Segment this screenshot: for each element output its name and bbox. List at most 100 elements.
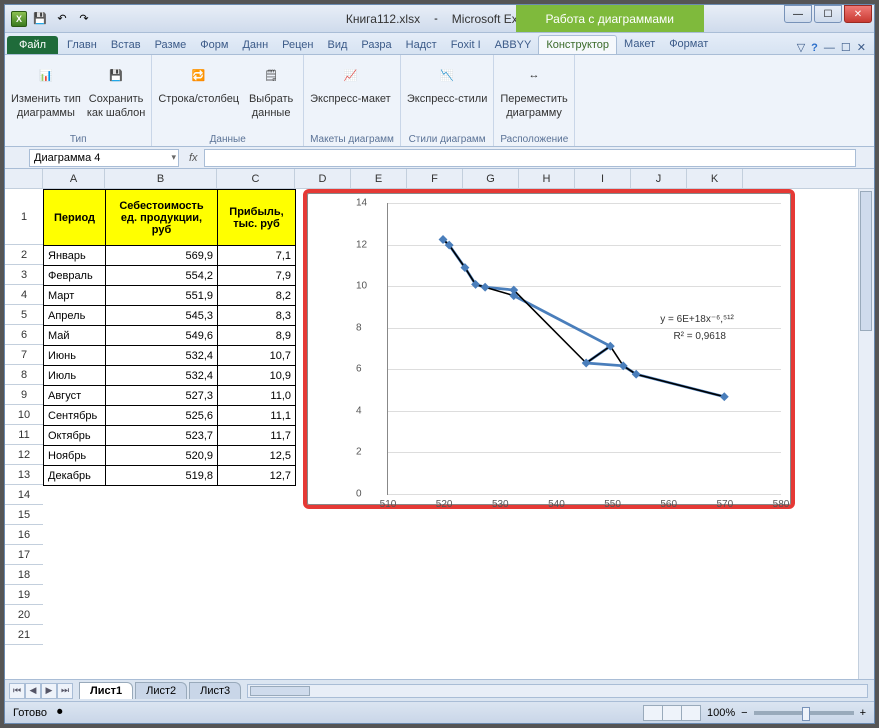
close-button[interactable]: ✕: [844, 5, 872, 23]
ribbon-button[interactable]: 🗒Выбратьданные: [245, 59, 297, 119]
cell[interactable]: 12,5: [218, 446, 296, 466]
cell[interactable]: 523,7: [106, 426, 218, 446]
col-header[interactable]: D: [295, 169, 351, 188]
col-header[interactable]: A: [43, 169, 105, 188]
cell[interactable]: 520,9: [106, 446, 218, 466]
undo-icon[interactable]: ↶: [53, 10, 71, 28]
doc-close-icon[interactable]: ✕: [857, 41, 866, 54]
cell[interactable]: 8,9: [218, 326, 296, 346]
zoom-out-icon[interactable]: −: [741, 707, 747, 719]
zoom-slider[interactable]: [754, 711, 854, 715]
col-header[interactable]: E: [351, 169, 407, 188]
row-header[interactable]: 9: [5, 385, 43, 405]
col-header[interactable]: I: [575, 169, 631, 188]
row-header[interactable]: 17: [5, 545, 43, 565]
row-header[interactable]: 10: [5, 405, 43, 425]
row-header[interactable]: 1: [5, 189, 43, 245]
tab-Надст[interactable]: Надст: [399, 36, 444, 54]
cell[interactable]: Январь: [44, 246, 106, 266]
maximize-button[interactable]: ☐: [814, 5, 842, 23]
name-box[interactable]: Диаграмма 4: [29, 149, 179, 167]
cell[interactable]: Октябрь: [44, 426, 106, 446]
sheet-nav-last-icon[interactable]: ⏭: [57, 683, 73, 699]
cell[interactable]: 569,9: [106, 246, 218, 266]
row-header[interactable]: 8: [5, 365, 43, 385]
cell[interactable]: 554,2: [106, 266, 218, 286]
col-header[interactable]: B: [105, 169, 217, 188]
cell[interactable]: Август: [44, 386, 106, 406]
cell[interactable]: 10,7: [218, 346, 296, 366]
tab-Макет[interactable]: Макет: [617, 35, 662, 54]
cell[interactable]: 8,3: [218, 306, 296, 326]
tab-Foxit I[interactable]: Foxit I: [444, 36, 488, 54]
tab-Форм[interactable]: Форм: [193, 36, 235, 54]
cell[interactable]: Май: [44, 326, 106, 346]
cell[interactable]: 527,3: [106, 386, 218, 406]
col-header[interactable]: H: [519, 169, 575, 188]
doc-restore-icon[interactable]: ☐: [841, 41, 851, 54]
ribbon-button[interactable]: ↔Переместитьдиаграмму: [500, 59, 567, 119]
cell[interactable]: 549,6: [106, 326, 218, 346]
header-cell[interactable]: Прибыль, тыс. руб: [218, 190, 296, 246]
sheet-nav-first-icon[interactable]: ⏮: [9, 683, 25, 699]
row-header[interactable]: 14: [5, 485, 43, 505]
tab-ABBYY[interactable]: ABBYY: [488, 36, 539, 54]
view-buttons[interactable]: [644, 705, 701, 721]
formula-input[interactable]: [204, 149, 856, 167]
tab-Конструктор[interactable]: Конструктор: [538, 35, 617, 54]
cell[interactable]: 11,1: [218, 406, 296, 426]
col-header[interactable]: C: [217, 169, 295, 188]
tab-Встав[interactable]: Встав: [104, 36, 148, 54]
col-header[interactable]: J: [631, 169, 687, 188]
header-cell[interactable]: Себестоимость ед. продукции, руб: [106, 190, 218, 246]
col-header[interactable]: F: [407, 169, 463, 188]
sheet-tab[interactable]: Лист3: [189, 682, 241, 699]
cell[interactable]: 11,7: [218, 426, 296, 446]
zoom-in-icon[interactable]: +: [860, 707, 866, 719]
row-header[interactable]: 18: [5, 565, 43, 585]
select-all-corner[interactable]: [5, 169, 43, 189]
tab-Разме[interactable]: Разме: [148, 36, 194, 54]
row-header[interactable]: 20: [5, 605, 43, 625]
tab-Рецен[interactable]: Рецен: [275, 36, 320, 54]
row-header[interactable]: 6: [5, 325, 43, 345]
tab-file[interactable]: Файл: [7, 36, 58, 54]
chart[interactable]: 02468101214510520530540550560570580y = 6…: [303, 189, 795, 509]
cell[interactable]: Февраль: [44, 266, 106, 286]
cell[interactable]: 551,9: [106, 286, 218, 306]
cell[interactable]: 532,4: [106, 346, 218, 366]
tab-Разра[interactable]: Разра: [354, 36, 398, 54]
zoom-level[interactable]: 100%: [707, 707, 735, 719]
cell[interactable]: Апрель: [44, 306, 106, 326]
row-header[interactable]: 5: [5, 305, 43, 325]
tab-Главн[interactable]: Главн: [60, 36, 104, 54]
tab-Данн[interactable]: Данн: [235, 36, 275, 54]
row-header[interactable]: 12: [5, 445, 43, 465]
row-header[interactable]: 15: [5, 505, 43, 525]
cell[interactable]: 7,9: [218, 266, 296, 286]
cell[interactable]: Сентябрь: [44, 406, 106, 426]
macro-record-icon[interactable]: ⏺: [57, 706, 63, 719]
cell[interactable]: 545,3: [106, 306, 218, 326]
cell[interactable]: 11,0: [218, 386, 296, 406]
sheet-nav-prev-icon[interactable]: ◀: [25, 683, 41, 699]
col-header[interactable]: K: [687, 169, 743, 188]
cell[interactable]: Июнь: [44, 346, 106, 366]
tab-Вид[interactable]: Вид: [321, 36, 355, 54]
cell[interactable]: Март: [44, 286, 106, 306]
ribbon-minimize-icon[interactable]: ▽: [797, 41, 805, 54]
col-header[interactable]: G: [463, 169, 519, 188]
row-header[interactable]: 3: [5, 265, 43, 285]
ribbon-button[interactable]: 📈Экспресс-макет: [310, 59, 391, 107]
row-header[interactable]: 7: [5, 345, 43, 365]
cell[interactable]: Июль: [44, 366, 106, 386]
row-header[interactable]: 11: [5, 425, 43, 445]
row-header[interactable]: 4: [5, 285, 43, 305]
cell[interactable]: 525,6: [106, 406, 218, 426]
cell[interactable]: 10,9: [218, 366, 296, 386]
row-header[interactable]: 2: [5, 245, 43, 265]
row-header[interactable]: 16: [5, 525, 43, 545]
cell[interactable]: 519,8: [106, 466, 218, 486]
help-icon[interactable]: ?: [811, 42, 818, 54]
cell[interactable]: Декабрь: [44, 466, 106, 486]
